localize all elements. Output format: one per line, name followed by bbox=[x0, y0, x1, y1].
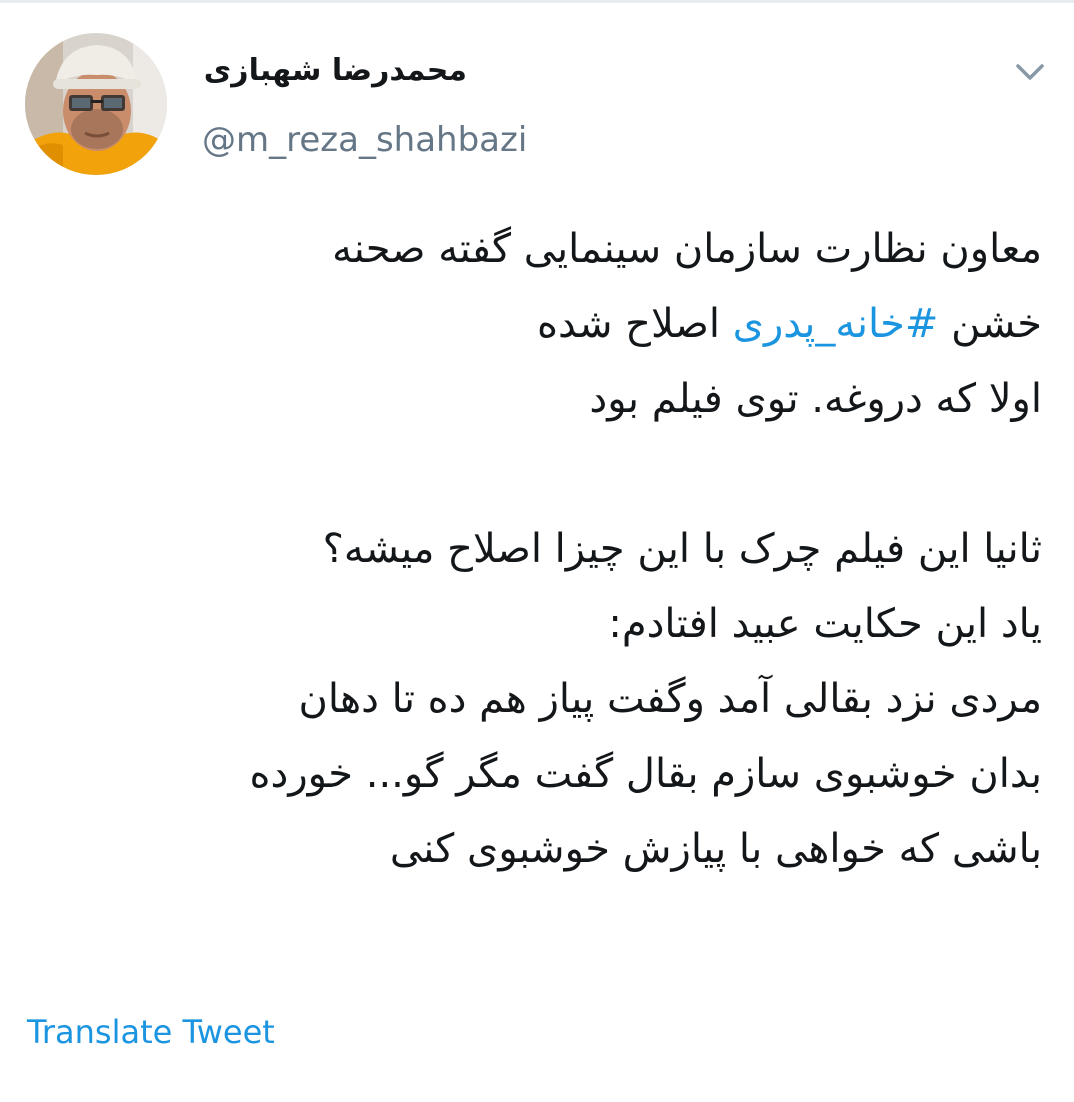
tweet-line: ثانیا این فیلم چرک با این چیزا اصلاح میش… bbox=[322, 526, 1042, 572]
tweet-text: معاون نظارت سازمان سینمایی گفته صحنه خشن… bbox=[32, 212, 1042, 887]
tweet-line: باشی که خواهی با پیازش خوشبوی کنی bbox=[389, 826, 1042, 872]
author-handle[interactable]: @m_reza_shahbazi bbox=[202, 115, 527, 165]
tweet-line: مردی نزد بقالی آمد وگفت پیاز هم ده تا ده… bbox=[298, 676, 1042, 722]
tweet-line: معاون نظارت سازمان سینمایی گفته صحنه bbox=[332, 226, 1042, 272]
author-display-name[interactable]: محمدرضا شهبازی bbox=[204, 46, 467, 96]
chevron-down-icon bbox=[1016, 64, 1044, 80]
top-divider bbox=[0, 0, 1074, 3]
tweet-line: اولا که دروغه. توی فیلم بود bbox=[589, 376, 1042, 422]
tweet-line: خشن #خانه_پدری اصلاح شده bbox=[32, 287, 1042, 362]
hashtag-link[interactable]: #خانه_پدری bbox=[733, 301, 939, 347]
tweet-text-segment: اصلاح شده bbox=[536, 301, 733, 347]
profile-photo bbox=[25, 33, 167, 175]
avatar[interactable] bbox=[25, 33, 167, 175]
tweet-menu-button[interactable] bbox=[1010, 56, 1050, 88]
translate-tweet-link[interactable]: Translate Tweet bbox=[27, 1007, 275, 1057]
tweet-text-segment: خشن bbox=[938, 301, 1042, 347]
tweet-line: یاد این حکایت عبید افتادم: bbox=[608, 601, 1042, 647]
tweet-line: بدان خوشبوی سازم بقال گفت مگر گو... خورد… bbox=[249, 751, 1042, 797]
